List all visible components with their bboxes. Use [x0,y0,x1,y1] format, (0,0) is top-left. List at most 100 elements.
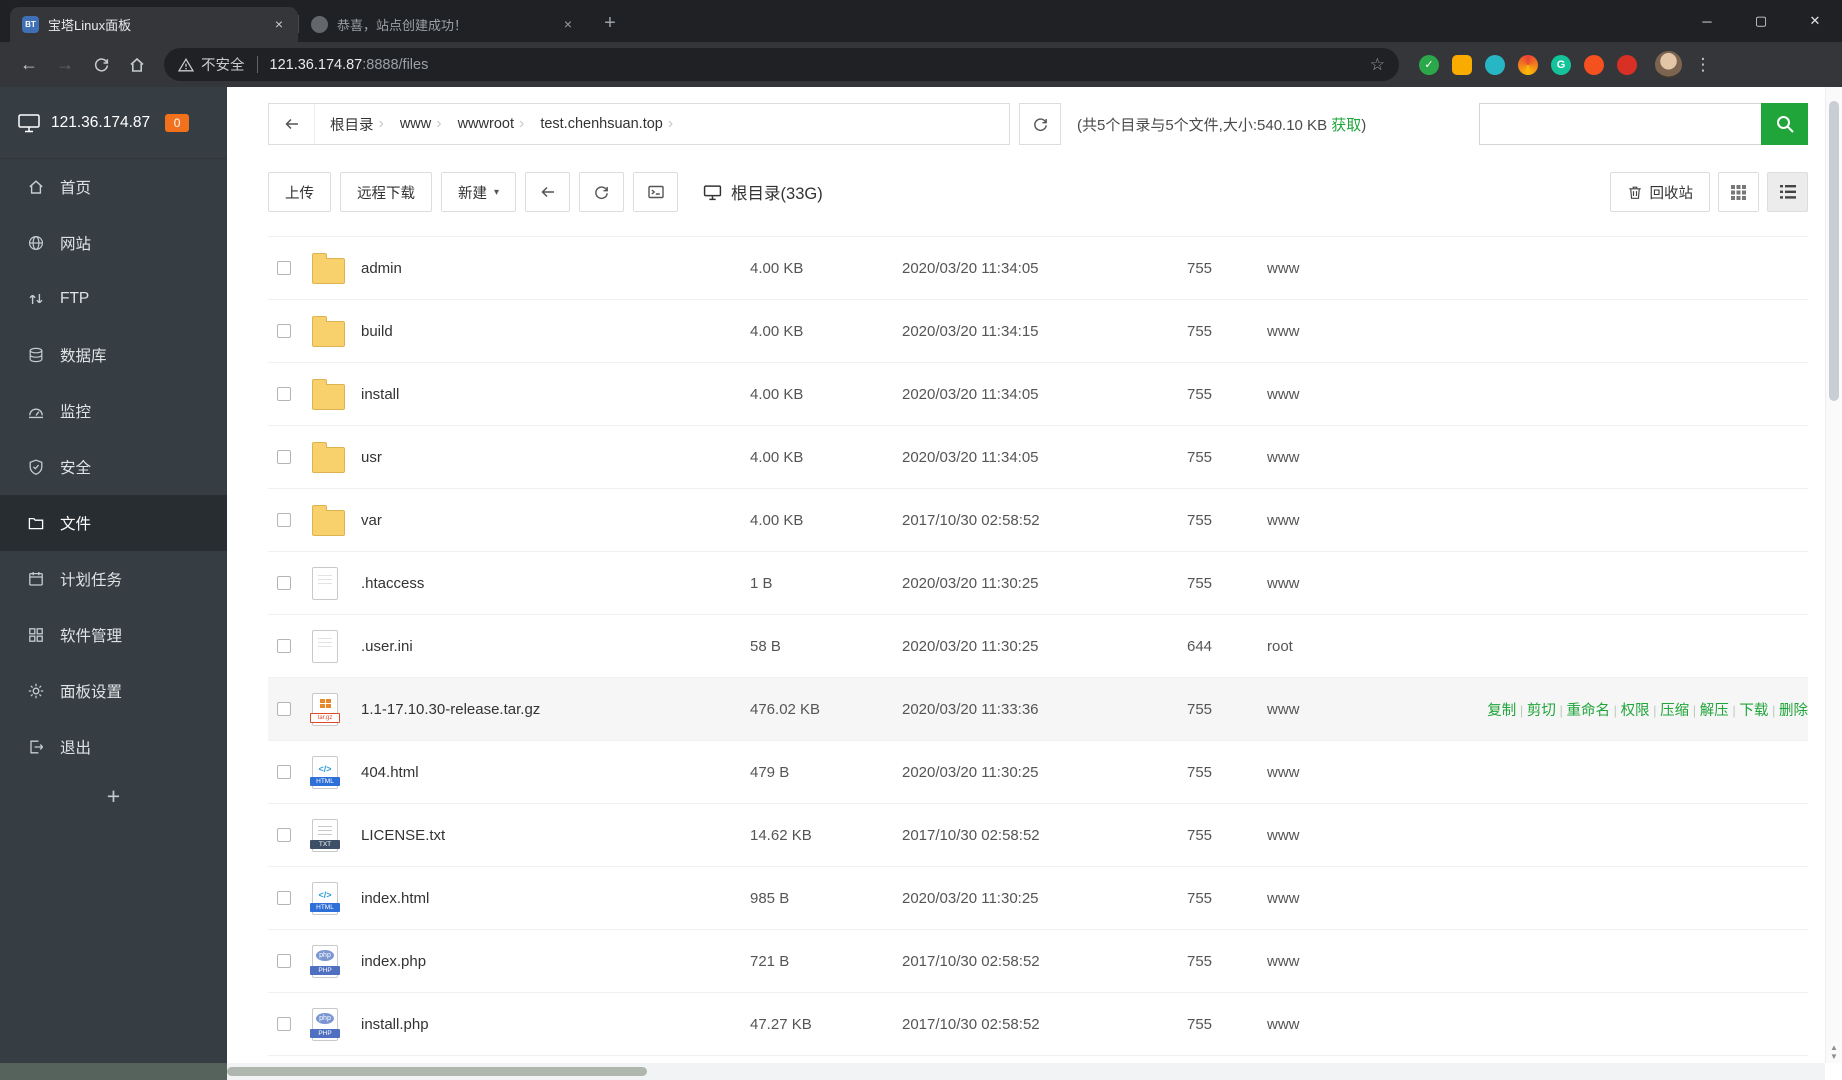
file-name[interactable]: LICENSE.txt [361,827,750,844]
row-checkbox[interactable] [277,261,291,275]
extension-icon[interactable]: ✓ [1419,54,1439,75]
file-name[interactable]: index.html [361,890,750,907]
extension-icon[interactable] [1518,54,1538,75]
action-permission-link[interactable]: 权限 [1610,703,1650,719]
row-checkbox[interactable] [277,954,291,968]
path-refresh-button[interactable] [1019,103,1061,145]
extension-icon[interactable] [1485,54,1505,75]
tab-close-icon[interactable]: × [559,16,577,34]
sidebar-item-cron[interactable]: 计划任务 [0,551,227,607]
sidebar-item-panel-settings[interactable]: 面板设置 [0,663,227,719]
row-checkbox[interactable] [277,891,291,905]
file-name[interactable]: 1.1-17.10.30-release.tar.gz [361,701,750,718]
row-checkbox[interactable] [277,1017,291,1031]
row-checkbox[interactable] [277,513,291,527]
breadcrumb-www[interactable]: www [385,116,436,132]
new-menu-button[interactable]: 新建 ▾ [441,172,517,212]
sidebar-item-website[interactable]: 网站 [0,215,227,271]
file-name[interactable]: .htaccess [361,575,750,592]
horizontal-scrollbar[interactable] [227,1063,1825,1080]
browser-menu-icon[interactable]: ⋮ [1690,55,1716,75]
table-row[interactable]: install.php 47.27 KB 2017/10/30 02:58:52… [268,993,1808,1056]
table-row[interactable]: var 4.00 KB 2017/10/30 02:58:52 755 www [268,489,1808,552]
vertical-scrollbar[interactable]: ▲ ▼ [1825,87,1842,1063]
path-back-button[interactable] [269,104,315,144]
table-row[interactable]: LICENSE.txt 14.62 KB 2017/10/30 02:58:52… [268,804,1808,867]
not-secure-warning-icon[interactable] [178,57,194,73]
sidebar-item-security[interactable]: 安全 [0,439,227,495]
file-name[interactable]: build [361,323,750,340]
row-checkbox[interactable] [277,324,291,338]
browser-reload-button[interactable] [84,48,118,82]
file-name[interactable]: admin [361,260,750,277]
table-row[interactable]: index.html 985 B 2020/03/20 11:30:25 755… [268,867,1808,930]
sidebar-item-home[interactable]: 首页 [0,159,227,215]
extension-icon[interactable] [1584,54,1604,75]
breadcrumb-site[interactable]: test.chenhsuan.top [525,116,668,132]
sidebar-item-database[interactable]: 数据库 [0,327,227,383]
row-checkbox[interactable] [277,828,291,842]
file-name[interactable]: index.php [361,953,750,970]
row-checkbox[interactable] [277,450,291,464]
table-row[interactable]: install 4.00 KB 2020/03/20 11:34:05 755 … [268,363,1808,426]
recycle-bin-button[interactable]: 回收站 [1609,172,1710,212]
table-row[interactable]: index.php 721 B 2017/10/30 02:58:52 755 … [268,930,1808,993]
window-maximize-button[interactable]: ▢ [1734,0,1788,42]
file-name[interactable]: 404.html [361,764,750,781]
table-row[interactable]: 404.html 479 B 2020/03/20 11:30:25 755 w… [268,741,1808,804]
browser-home-button[interactable] [120,48,154,82]
address-bar[interactable]: 不安全 121.36.174.87:8888/files ☆ [164,48,1399,81]
browser-back-button[interactable]: ← [12,48,46,82]
action-copy-link[interactable]: 复制 [1487,703,1516,719]
extension-icon[interactable] [1452,54,1472,75]
extension-icon[interactable]: G [1551,54,1571,75]
sidebar-item-files[interactable]: 文件 [0,495,227,551]
horizontal-scrollbar-thumb[interactable] [227,1067,647,1076]
nav-back-button[interactable] [525,172,571,212]
tab-close-icon[interactable]: × [270,16,288,34]
file-name[interactable]: install.php [361,1016,750,1033]
row-checkbox[interactable] [277,576,291,590]
scroll-up-icon[interactable]: ▲ [1830,1044,1838,1052]
row-checkbox[interactable] [277,387,291,401]
stats-refresh-link[interactable]: 获取 [1331,117,1361,134]
file-name[interactable]: var [361,512,750,529]
table-row[interactable]: .htaccess 1 B 2020/03/20 11:30:25 755 ww… [268,552,1808,615]
profile-avatar[interactable] [1655,51,1682,78]
table-row[interactable]: .user.ini 58 B 2020/03/20 11:30:25 644 r… [268,615,1808,678]
browser-tab-bt-panel[interactable]: BT 宝塔Linux面板 × [10,7,298,42]
security-label[interactable]: 不安全 [201,54,245,75]
breadcrumb-root[interactable]: 根目录 [315,114,379,135]
action-rename-link[interactable]: 重命名 [1556,703,1610,719]
window-minimize-button[interactable]: ─ [1680,0,1734,42]
list-view-button[interactable] [1767,172,1808,212]
file-search-input[interactable] [1479,103,1761,145]
breadcrumb-wwwroot[interactable]: wwwroot [443,116,519,132]
bookmark-star-icon[interactable]: ☆ [1370,55,1385,75]
sidebar-item-software[interactable]: 软件管理 [0,607,227,663]
vertical-scrollbar-thumb[interactable] [1829,101,1839,401]
action-extract-link[interactable]: 解压 [1689,703,1729,719]
extension-icon[interactable] [1617,54,1637,75]
file-name[interactable]: .user.ini [361,638,750,655]
action-download-link[interactable]: 下载 [1729,703,1769,719]
row-checkbox[interactable] [277,702,291,716]
new-tab-button[interactable]: + [595,9,625,39]
list-refresh-button[interactable] [579,172,625,212]
file-name[interactable]: install [361,386,750,403]
sidebar-add-button[interactable]: + [0,783,227,810]
window-close-button[interactable]: ✕ [1788,0,1842,42]
server-info[interactable]: 121.36.174.87 0 [0,87,227,159]
browser-forward-button[interactable]: → [48,48,82,82]
sidebar-item-monitor[interactable]: 监控 [0,383,227,439]
root-disk[interactable]: 根目录(33G) [703,180,823,204]
row-checkbox[interactable] [277,639,291,653]
file-name[interactable]: usr [361,449,750,466]
scroll-down-icon[interactable]: ▼ [1830,1053,1838,1061]
action-compress-link[interactable]: 压缩 [1650,703,1690,719]
search-button[interactable] [1761,103,1808,145]
remote-download-button[interactable]: 远程下载 [340,172,432,212]
upload-button[interactable]: 上传 [268,172,331,212]
sidebar-item-logout[interactable]: 退出 [0,719,227,775]
action-cut-link[interactable]: 剪切 [1516,703,1556,719]
